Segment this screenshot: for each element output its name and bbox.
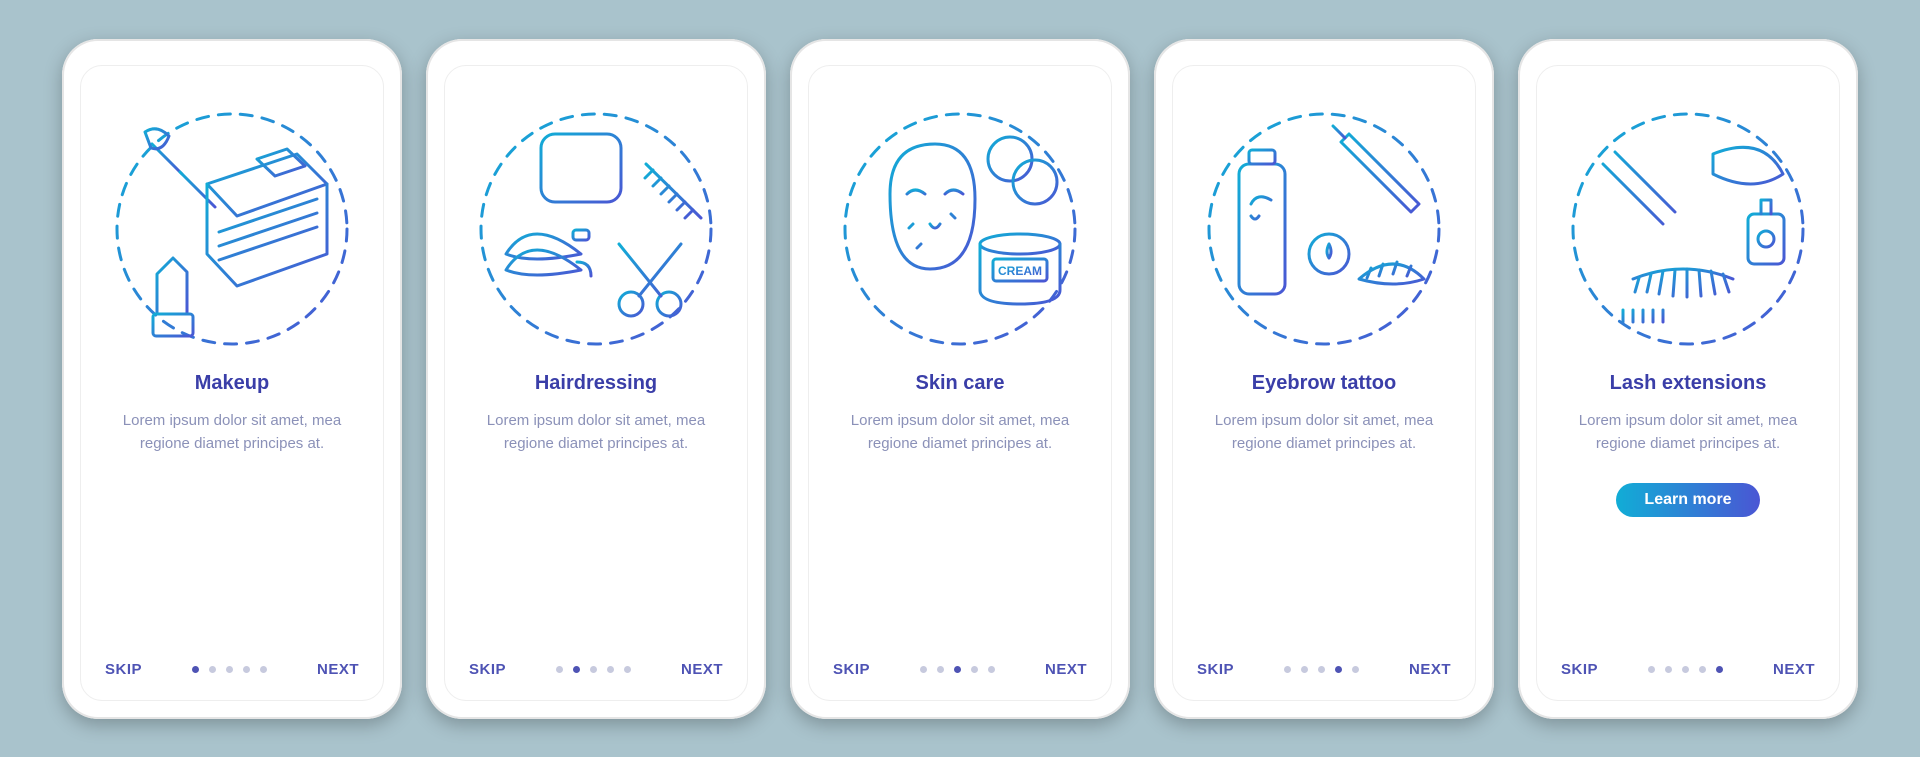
dot [988, 666, 995, 673]
dot [920, 666, 927, 673]
screen-title: Lash extensions [1610, 372, 1767, 395]
hairdressing-icon [471, 104, 721, 354]
screen-title: Hairdressing [535, 372, 657, 395]
onboarding-screen-hairdressing: Hairdressing Lorem ipsum dolor sit amet,… [444, 65, 748, 701]
dot [954, 666, 961, 673]
onboarding-screen-skincare: CREAM Skin care Lorem ipsum dolor sit am… [808, 65, 1112, 701]
page-indicator [556, 666, 631, 673]
page-indicator [192, 666, 267, 673]
phone-mockup: CREAM Skin care Lorem ipsum dolor sit am… [790, 39, 1130, 719]
phone-mockup: Eyebrow tattoo Lorem ipsum dolor sit ame… [1154, 39, 1494, 719]
screen-description: Lorem ipsum dolor sit amet, mea regione … [476, 409, 716, 456]
skip-button[interactable]: SKIP [1561, 661, 1598, 678]
next-button[interactable]: NEXT [1409, 661, 1451, 678]
dot [1682, 666, 1689, 673]
dot [937, 666, 944, 673]
dot [556, 666, 563, 673]
onboarding-footer: SKIP NEXT [469, 661, 723, 678]
eyebrow-tattoo-icon [1199, 104, 1449, 354]
onboarding-footer: SKIP NEXT [105, 661, 359, 678]
dot [192, 666, 199, 673]
dot [1284, 666, 1291, 673]
onboarding-screen-lash-extensions: Lash extensions Lorem ipsum dolor sit am… [1536, 65, 1840, 701]
dot [971, 666, 978, 673]
makeup-icon [107, 104, 357, 354]
phone-mockup: Hairdressing Lorem ipsum dolor sit amet,… [426, 39, 766, 719]
dot [1352, 666, 1359, 673]
screen-title: Makeup [195, 372, 269, 395]
screen-description: Lorem ipsum dolor sit amet, mea regione … [1568, 409, 1808, 456]
screen-description: Lorem ipsum dolor sit amet, mea regione … [1204, 409, 1444, 456]
skip-button[interactable]: SKIP [469, 661, 506, 678]
next-button[interactable]: NEXT [1045, 661, 1087, 678]
page-indicator [1284, 666, 1359, 673]
dot [1699, 666, 1706, 673]
dot [1665, 666, 1672, 673]
onboarding-footer: SKIP NEXT [1561, 661, 1815, 678]
screen-title: Skin care [916, 372, 1005, 395]
skip-button[interactable]: SKIP [1197, 661, 1234, 678]
onboarding-footer: SKIP NEXT [1197, 661, 1451, 678]
screen-description: Lorem ipsum dolor sit amet, mea regione … [840, 409, 1080, 456]
next-button[interactable]: NEXT [1773, 661, 1815, 678]
dot [226, 666, 233, 673]
page-indicator [920, 666, 995, 673]
page-indicator [1648, 666, 1723, 673]
dot [1301, 666, 1308, 673]
phone-mockup: Makeup Lorem ipsum dolor sit amet, mea r… [62, 39, 402, 719]
lash-extensions-icon [1563, 104, 1813, 354]
dot [209, 666, 216, 673]
skincare-icon: CREAM [835, 104, 1085, 354]
dot [607, 666, 614, 673]
skip-button[interactable]: SKIP [105, 661, 142, 678]
screen-description: Lorem ipsum dolor sit amet, mea regione … [112, 409, 352, 456]
dot [1716, 666, 1723, 673]
learn-more-button[interactable]: Learn more [1616, 483, 1759, 517]
next-button[interactable]: NEXT [681, 661, 723, 678]
dot [1648, 666, 1655, 673]
onboarding-screen-makeup: Makeup Lorem ipsum dolor sit amet, mea r… [80, 65, 384, 701]
svg-text:CREAM: CREAM [998, 264, 1042, 278]
onboarding-screen-eyebrow-tattoo: Eyebrow tattoo Lorem ipsum dolor sit ame… [1172, 65, 1476, 701]
skip-button[interactable]: SKIP [833, 661, 870, 678]
dot [1335, 666, 1342, 673]
screen-title: Eyebrow tattoo [1252, 372, 1396, 395]
phone-mockup: Lash extensions Lorem ipsum dolor sit am… [1518, 39, 1858, 719]
dot [573, 666, 580, 673]
dot [243, 666, 250, 673]
dot [624, 666, 631, 673]
onboarding-footer: SKIP NEXT [833, 661, 1087, 678]
dot [1318, 666, 1325, 673]
dot [260, 666, 267, 673]
dot [590, 666, 597, 673]
next-button[interactable]: NEXT [317, 661, 359, 678]
